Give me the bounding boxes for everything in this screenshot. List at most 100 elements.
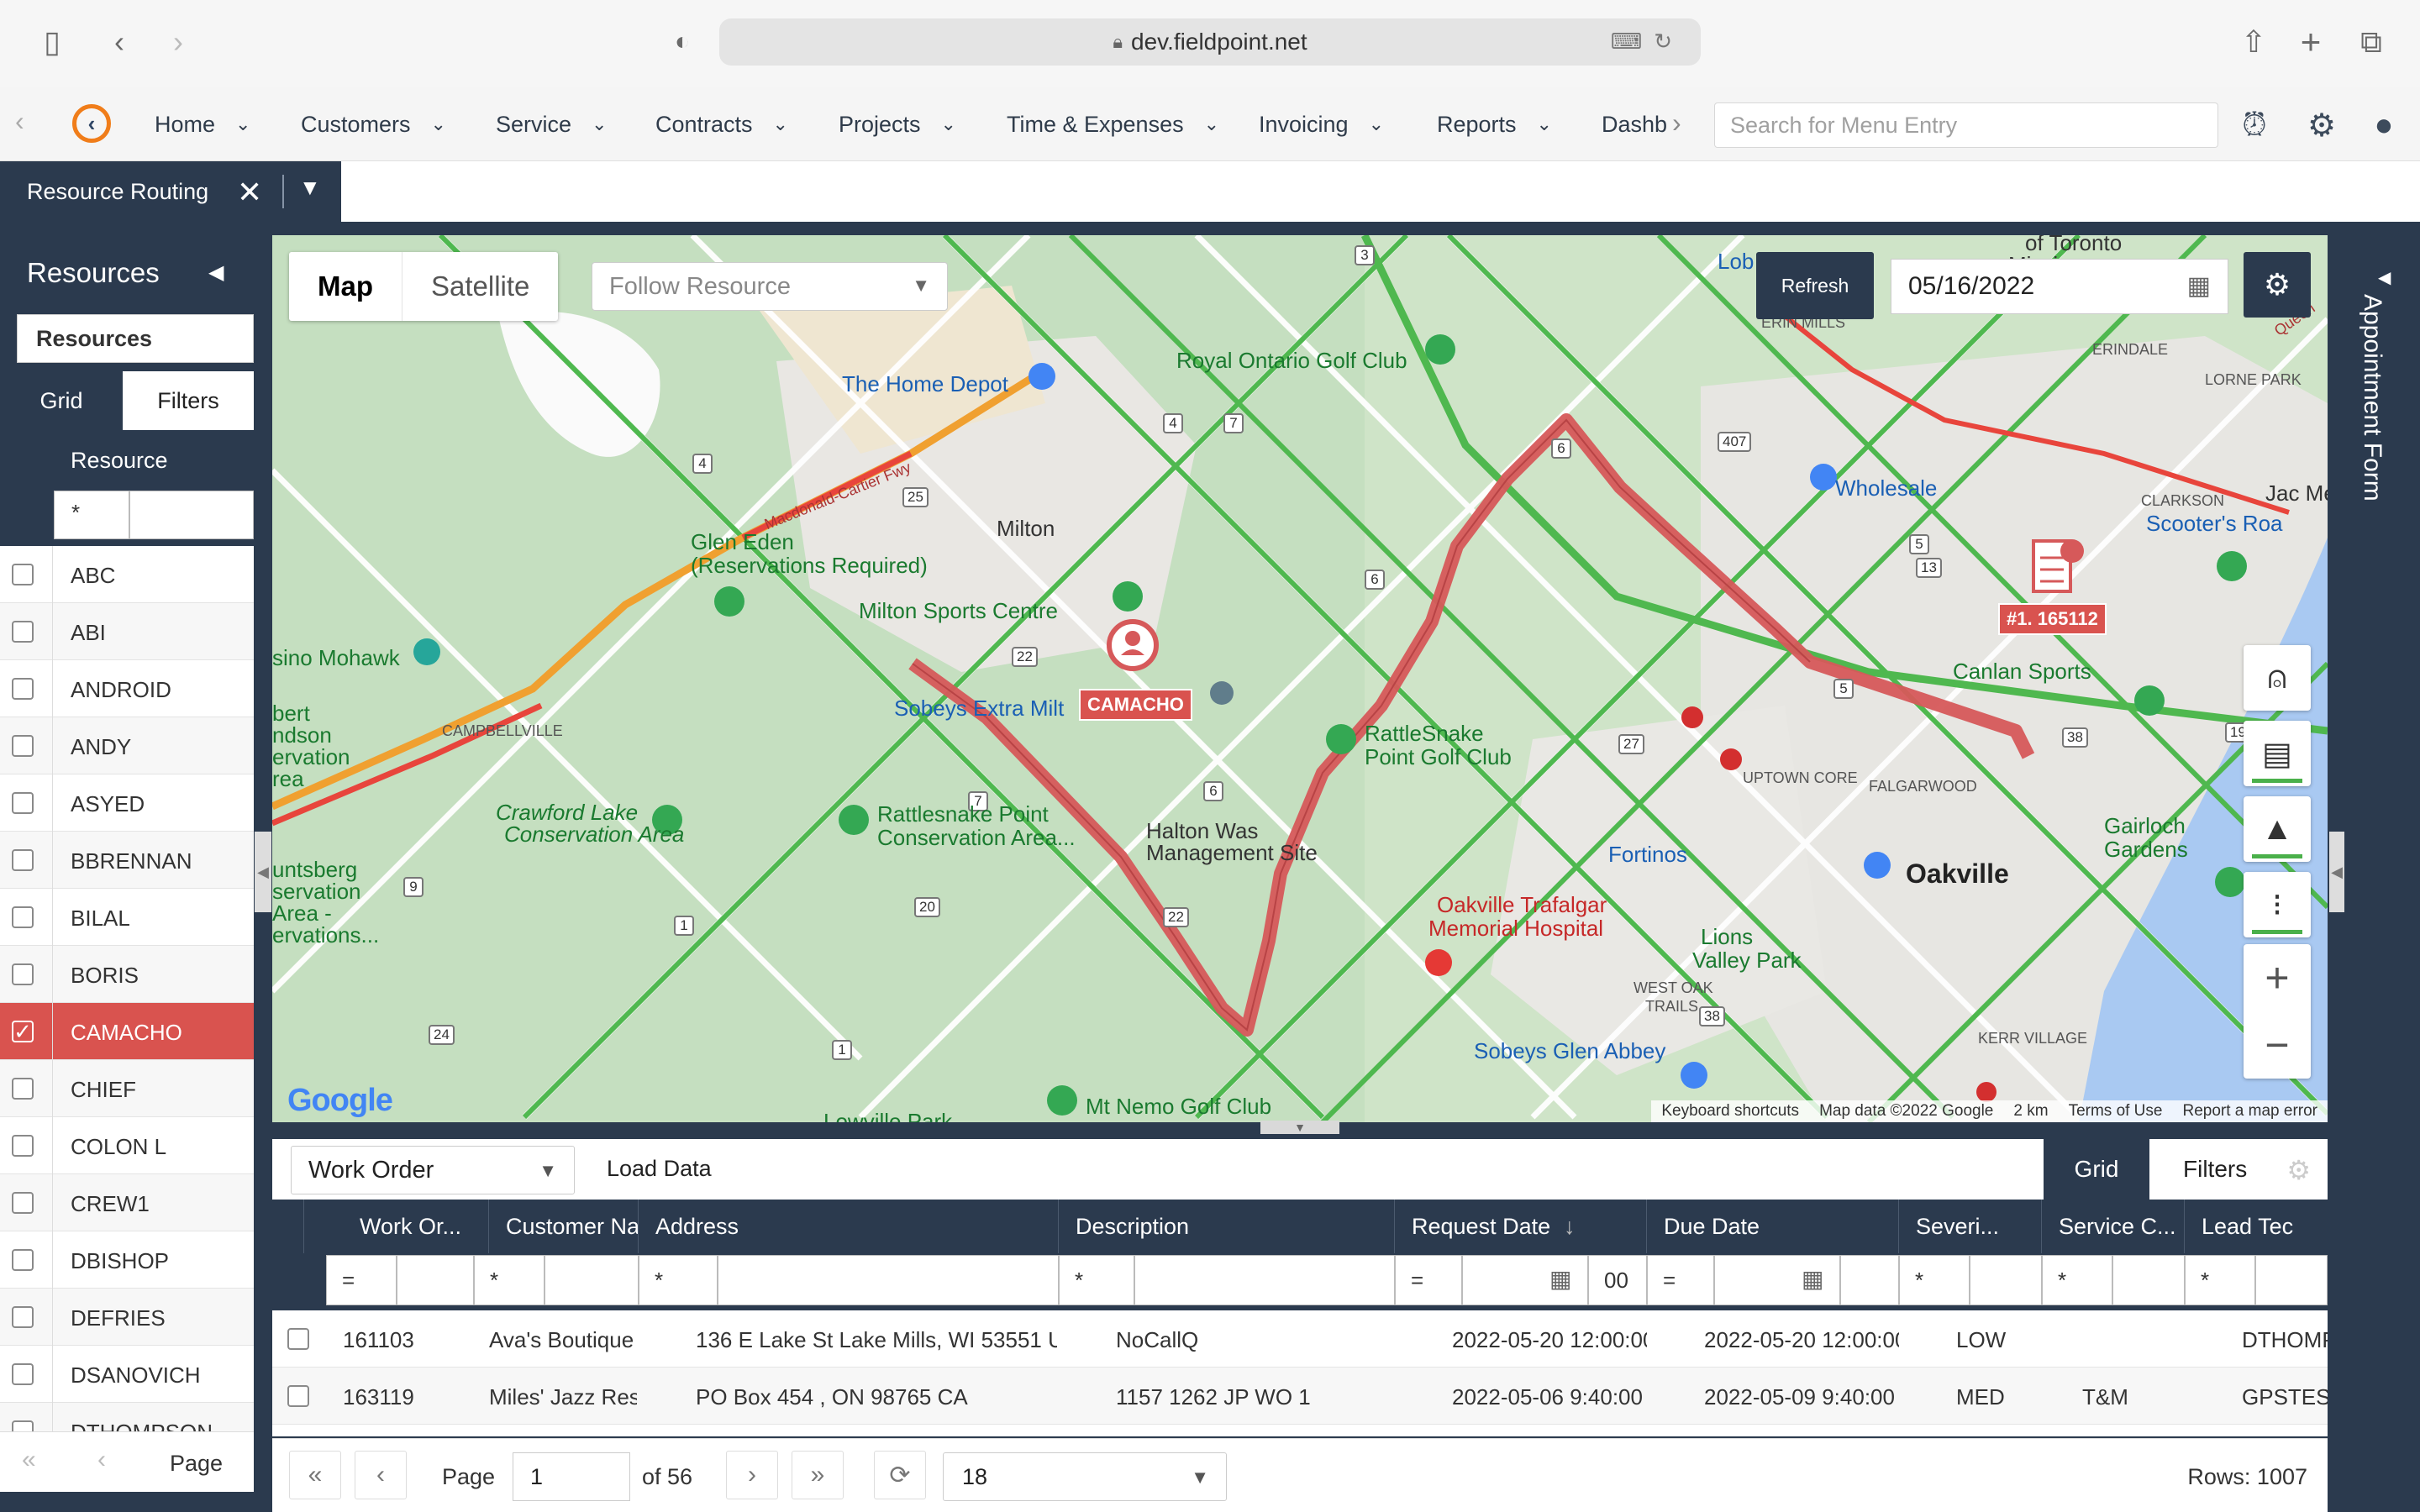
zoom-out-button[interactable]: − <box>2244 1011 2311 1079</box>
gear-icon[interactable]: ⚙ <box>2302 106 2341 144</box>
calendar-icon[interactable]: ▦ <box>2187 271 2211 301</box>
filter-time-input[interactable] <box>1840 1255 1899 1305</box>
menu-dashboards[interactable]: Dashb <box>1602 87 1667 161</box>
resource-row[interactable]: ABI <box>0 603 254 660</box>
resource-row[interactable]: CREW1 <box>0 1174 254 1231</box>
back-icon[interactable]: ‹ <box>101 24 138 60</box>
menu-contracts[interactable]: Contracts ⌄ <box>655 87 788 161</box>
first-page-button[interactable]: « <box>289 1451 341 1499</box>
calendar-icon[interactable]: ▦ <box>1802 1265 1823 1293</box>
tab-filters[interactable]: Filters ⚙ <box>2149 1139 2328 1200</box>
route-date-input[interactable]: 05/16/2022 ▦ <box>1891 259 2228 314</box>
map-settings-gear-icon[interactable]: ⚙ <box>2244 252 2311 318</box>
map-label[interactable]: (Reservations Required) <box>691 553 928 579</box>
left-panel-splitter[interactable]: ◀ <box>255 832 271 912</box>
resource-row[interactable]: BORIS <box>0 946 254 1003</box>
map-label[interactable]: sino Mohawk <box>272 645 400 671</box>
column-header-customer-name[interactable]: Customer Name <box>489 1200 639 1253</box>
map-label[interactable]: Lions <box>1701 924 1753 950</box>
order-marker-label[interactable]: #1. 165112 <box>1998 603 2107 635</box>
incidents-layer-button[interactable]: ▲ <box>2244 796 2311 862</box>
nav-scroll-left-icon[interactable]: ‹ <box>15 106 24 137</box>
map-label[interactable]: Point Golf Club <box>1365 744 1512 770</box>
menu-projects[interactable]: Projects ⌄ <box>839 87 956 161</box>
resource-row[interactable]: COLON L <box>0 1117 254 1174</box>
shield-icon[interactable]: ◐ <box>664 24 701 60</box>
column-header-address[interactable]: Address <box>639 1200 1059 1253</box>
zoom-in-button[interactable]: + <box>2244 944 2311 1011</box>
resource-row[interactable]: BBRENNAN <box>0 832 254 889</box>
map-label[interactable]: Fortinos <box>1608 842 1687 868</box>
checkbox-checked[interactable]: ✓ <box>12 1021 34 1042</box>
filter-operator[interactable]: * <box>2185 1255 2255 1305</box>
column-header-lead-tech[interactable]: Lead Tec <box>2185 1200 2328 1253</box>
filter-input[interactable] <box>1134 1255 1395 1305</box>
page-number-input[interactable] <box>513 1452 630 1501</box>
tab-filters[interactable]: Filters <box>123 371 254 430</box>
map-label[interactable]: Sobeys Glen Abbey <box>1474 1038 1665 1064</box>
tab-grid[interactable]: Grid <box>0 371 123 430</box>
filter-input[interactable] <box>544 1255 639 1305</box>
menu-invoicing[interactable]: Invoicing ⌄ <box>1259 87 1384 161</box>
menu-home[interactable]: Home ⌄ <box>155 87 250 161</box>
map-resize-handle[interactable]: ▼ <box>1260 1121 1339 1134</box>
last-page-button[interactable]: » <box>792 1451 844 1499</box>
resource-checkbox[interactable] <box>12 678 34 700</box>
column-header-due-date[interactable]: Due Date <box>1647 1200 1899 1253</box>
translate-reload-icons[interactable]: ⌨↻ <box>1611 29 1684 55</box>
map-label[interactable]: Lob <box>1718 249 1754 275</box>
filter-operator[interactable]: = <box>326 1255 397 1305</box>
user-account-icon[interactable]: ● <box>2365 106 2403 144</box>
resource-checkbox[interactable] <box>12 1306 34 1328</box>
resource-filter-operator[interactable]: * <box>54 491 129 539</box>
map-label[interactable]: Wholesale <box>1835 475 1937 501</box>
row-checkbox[interactable] <box>287 1328 309 1350</box>
filter-operator[interactable]: = <box>1647 1255 1714 1305</box>
filter-operator[interactable]: * <box>1899 1255 1970 1305</box>
resource-checkbox[interactable] <box>12 849 34 871</box>
load-data-button[interactable]: Load Data <box>607 1156 712 1182</box>
fieldpoint-logo[interactable]: ‹ <box>72 104 111 143</box>
route-map[interactable]: 3 4 4 7 25 6 6 22 7 6 20 22 1 9 24 1 407 5 13 5 27 38 19 38 The… <box>272 235 2328 1122</box>
follow-resource-select[interactable]: Follow Resource ▼ <box>592 262 948 311</box>
resource-checkbox[interactable] <box>12 963 34 985</box>
map-label[interactable]: Valley Park <box>1692 948 1802 974</box>
menu-customers[interactable]: Customers ⌄ <box>301 87 446 161</box>
map-label[interactable]: Lowville Park <box>823 1109 952 1122</box>
map-type-satellite-button[interactable]: Satellite <box>402 252 558 321</box>
column-header-description[interactable]: Description <box>1059 1200 1395 1253</box>
resource-type-combo[interactable]: Resources <box>17 314 254 363</box>
expand-panel-icon[interactable]: ◀ <box>2378 267 2391 288</box>
close-icon[interactable]: ✕ <box>237 175 262 210</box>
map-label[interactable]: Rattlesnake Point <box>877 801 1049 827</box>
row-checkbox[interactable] <box>287 1385 309 1407</box>
new-tab-icon[interactable]: + <box>2292 22 2329 61</box>
resource-checkbox[interactable] <box>12 621 34 643</box>
resource-checkbox[interactable] <box>12 1135 34 1157</box>
resource-row[interactable]: DEFRIES <box>0 1289 254 1346</box>
resource-row[interactable]: ANDY <box>0 717 254 774</box>
resource-row[interactable]: DSANOVICH <box>0 1346 254 1403</box>
map-label[interactable]: Mt Nemo Golf Club <box>1086 1094 1271 1120</box>
resource-row[interactable]: ANDROID <box>0 660 254 717</box>
map-label[interactable]: Oakville Trafalgar <box>1437 892 1607 918</box>
map-label[interactable]: Scooter's Roa <box>2146 511 2283 537</box>
filter-input[interactable] <box>718 1255 1059 1305</box>
resource-checkbox[interactable] <box>12 792 34 814</box>
menu-service[interactable]: Service ⌄ <box>496 87 607 161</box>
resource-row[interactable]: ASYED <box>0 774 254 832</box>
page-size-select[interactable]: 18 ▼ <box>943 1452 1227 1501</box>
collapse-panel-icon[interactable]: ◀ <box>208 260 224 285</box>
resource-row[interactable]: DBISHOP <box>0 1231 254 1289</box>
resource-checkbox[interactable] <box>12 564 34 585</box>
resource-layer-button[interactable]: ⍝ <box>2244 645 2311 711</box>
right-panel-splitter[interactable]: ◀ <box>2329 832 2344 912</box>
map-label[interactable]: RattleSnake <box>1365 721 1484 747</box>
map-label[interactable]: Royal Ontario Golf Club <box>1176 348 1407 374</box>
resource-checkbox[interactable] <box>12 906 34 928</box>
next-page-button[interactable]: › <box>726 1451 778 1499</box>
first-page-icon[interactable]: « <box>22 1446 36 1474</box>
resource-row[interactable]: BILAL <box>0 889 254 946</box>
resource-row[interactable]: CHIEF <box>0 1060 254 1117</box>
calendar-icon[interactable]: ▦ <box>1549 1265 1571 1293</box>
